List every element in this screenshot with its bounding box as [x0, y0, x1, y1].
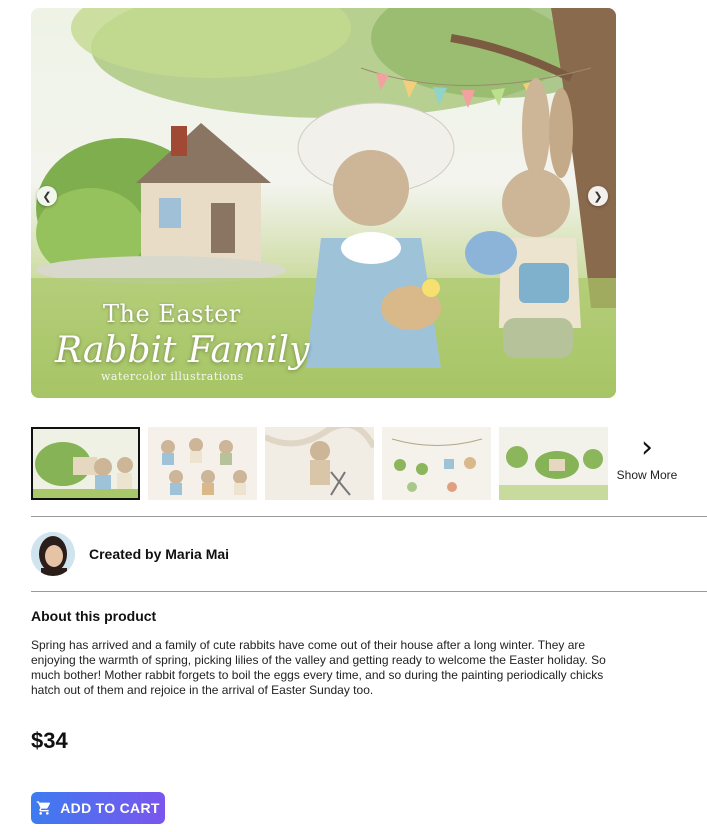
show-more-button[interactable]: › Show More — [616, 430, 678, 483]
chevron-right-icon: › — [641, 430, 653, 465]
thumbnail-5[interactable] — [499, 427, 608, 500]
divider — [31, 516, 707, 517]
creator-name[interactable]: Created by Maria Mai — [89, 546, 229, 562]
cart-icon — [36, 801, 51, 815]
thumbnail-3[interactable] — [265, 427, 374, 500]
thumbnail-image — [265, 427, 374, 500]
hero-title: The Easter — [103, 300, 241, 328]
thumbnail-2[interactable] — [148, 427, 257, 500]
thumbnail-4[interactable] — [382, 427, 491, 500]
price: $34 — [31, 728, 68, 753]
thumbnail-1[interactable] — [31, 427, 140, 500]
chevron-left-icon: ❮ — [42, 190, 52, 203]
thumbnail-image — [33, 429, 138, 498]
show-more-label: Show More — [616, 468, 678, 482]
hero-script-title: Rabbit Family — [55, 330, 310, 371]
carousel-next-button[interactable]: ❯ — [588, 186, 608, 206]
chevron-right-icon: ❯ — [593, 190, 603, 203]
thumbnail-image — [382, 427, 491, 500]
add-to-cart-button[interactable]: ADD TO CART — [31, 792, 165, 824]
divider — [31, 591, 707, 592]
product-hero-image: The Easter Rabbit Family watercolor illu… — [31, 8, 616, 398]
about-description: Spring has arrived and a family of cute … — [31, 638, 606, 697]
avatar[interactable] — [31, 532, 75, 576]
add-to-cart-label: ADD TO CART — [60, 800, 160, 816]
hero-subtitle: watercolor illustrations — [101, 370, 244, 383]
thumbnail-image — [499, 427, 608, 500]
creator-photo — [31, 532, 75, 576]
thumbnail-image — [148, 427, 257, 500]
carousel-prev-button[interactable]: ❮ — [37, 186, 57, 206]
about-heading: About this product — [31, 608, 157, 624]
